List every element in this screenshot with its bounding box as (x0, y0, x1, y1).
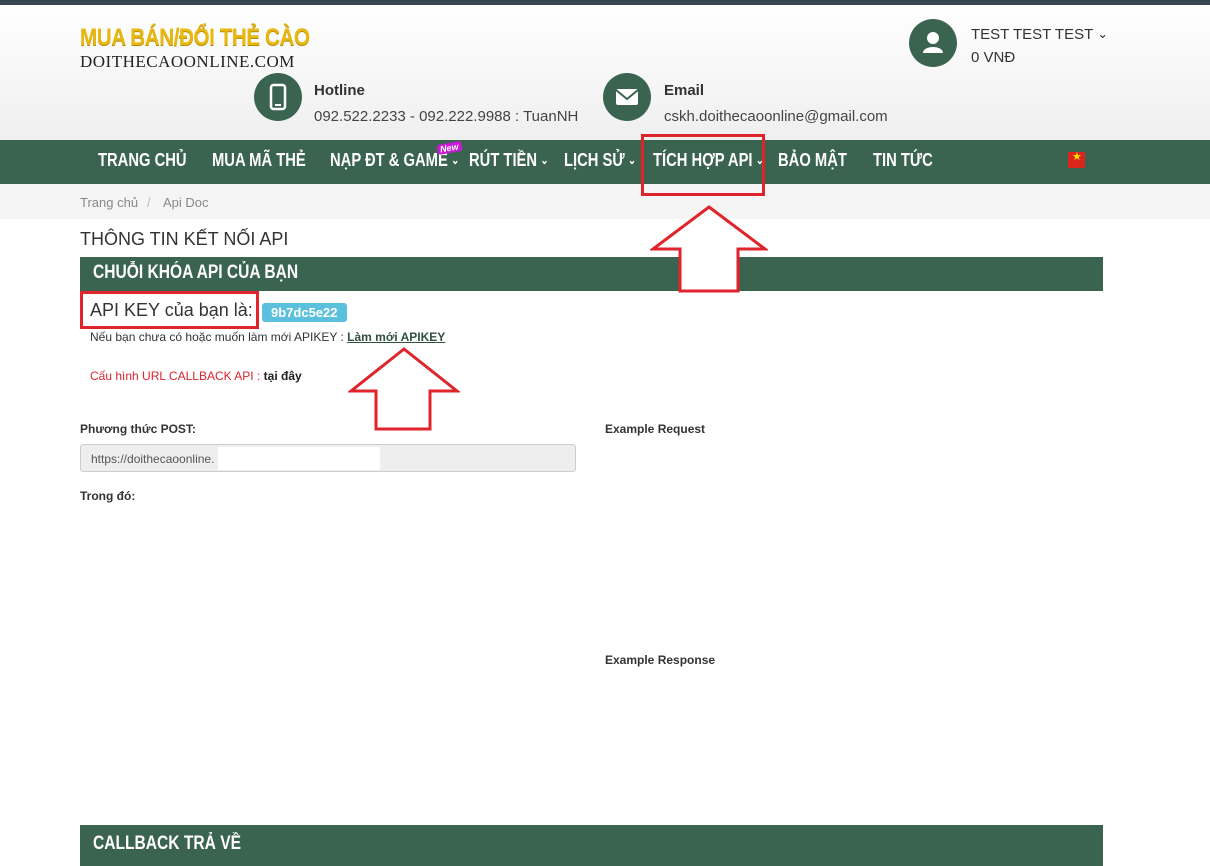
section-title: CHUỖI KHÓA API CỦA BẠN (93, 262, 299, 283)
vietnam-flag-icon[interactable]: ★ (1068, 151, 1085, 168)
breadcrumb-current: Api Doc (163, 195, 209, 210)
site-logo-domain[interactable]: DOITHECAOONLINE.COM (80, 52, 295, 72)
user-menu[interactable]: TEST TEST TEST ⌄ (971, 26, 1108, 43)
redacted-overlay (218, 447, 380, 470)
annotation-arrow-up-icon (650, 205, 768, 293)
breadcrumb-separator: / (147, 195, 151, 210)
example-request-label: Example Request (605, 422, 706, 436)
callback-section-header: CALLBACK TRẢ VỀ (80, 825, 1103, 866)
user-avatar-icon[interactable] (909, 19, 957, 67)
nav-withdraw-label[interactable]: RÚT TIỀN (469, 150, 537, 170)
page-title: THÔNG TIN KẾT NỐI API (80, 229, 289, 249)
envelope-icon (603, 73, 651, 121)
annotation-box-api-key (80, 291, 259, 329)
nav-topup-label[interactable]: NẠP ĐT & GAME (330, 150, 448, 170)
chevron-down-icon[interactable]: ⌄ (1097, 26, 1108, 42)
api-key-value: 9b7dc5e22 (262, 303, 347, 322)
site-logo[interactable]: MUA BÁN/ĐỔI THẺ CÀO (80, 24, 310, 52)
callback-config-link[interactable]: tại đây (264, 369, 302, 383)
annotation-arrow-up-icon (348, 347, 460, 431)
nav-buy-card[interactable]: MUA MÃ THẺ (212, 150, 306, 171)
api-key-section-header: CHUỖI KHÓA API CỦA BẠN (80, 257, 1103, 291)
refresh-apikey-note: Nếu bạn chưa có hoặc muốn làm mới APIKEY… (90, 330, 445, 344)
refresh-apikey-link[interactable]: Làm mới APIKEY (347, 330, 445, 344)
post-method-label: Phương thức POST: (80, 422, 196, 436)
hotline-value: 092.522.2233 - 092.222.9988 : TuanNH (314, 108, 579, 125)
chevron-down-icon[interactable]: ⌄ (540, 153, 548, 167)
user-name[interactable]: TEST TEST TEST (971, 26, 1093, 43)
email-title: Email (664, 82, 705, 99)
refresh-note-text: Nếu bạn chưa có hoặc muốn làm mới APIKEY… (90, 330, 344, 344)
where-label: Trong đó: (80, 489, 136, 503)
callback-config-note: Cấu hình URL CALLBACK API : tại đây (90, 369, 302, 383)
annotation-box-api-menu (641, 134, 765, 196)
example-response-label: Example Response (605, 653, 716, 667)
nav-security[interactable]: BẢO MẬT (778, 150, 847, 171)
chevron-down-icon[interactable]: ⌄ (451, 153, 459, 167)
nav-history[interactable]: LỊCH SỬ ⌄ (564, 150, 636, 171)
email-value: cskh.doithecaoonline@gmail.com (664, 108, 888, 125)
callback-note-text: Cấu hình URL CALLBACK API : (90, 369, 261, 383)
breadcrumb-home[interactable]: Trang chủ (80, 195, 138, 210)
phone-icon (254, 73, 302, 121)
nav-withdraw[interactable]: RÚT TIỀN ⌄ (469, 150, 549, 171)
nav-home[interactable]: TRANG CHỦ (98, 150, 187, 171)
user-balance: 0 VNĐ (971, 49, 1016, 66)
nav-news[interactable]: TIN TỨC (873, 150, 933, 171)
hotline-title: Hotline (314, 82, 365, 99)
section-title: CALLBACK TRẢ VỀ (93, 833, 242, 854)
chevron-down-icon[interactable]: ⌄ (628, 153, 636, 167)
nav-history-label[interactable]: LỊCH SỬ (564, 150, 625, 170)
